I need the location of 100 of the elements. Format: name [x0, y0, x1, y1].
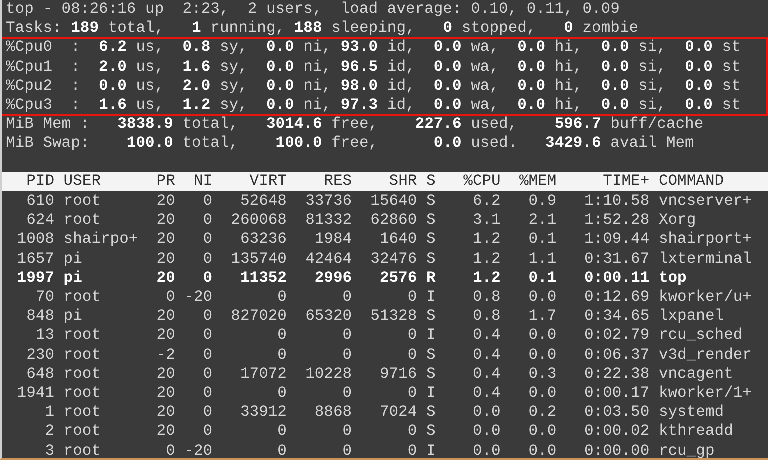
table-cell-text: rcu_sched	[658, 326, 744, 346]
table-cell: 20	[156, 250, 176, 269]
column-header: COMMAND	[658, 172, 726, 191]
table-cell-text: 2	[44, 422, 54, 442]
table-cell-text: 42464	[304, 250, 352, 269]
table-cell-text: root	[64, 384, 102, 404]
column-header: VIRT	[248, 172, 287, 191]
table-cell-text: 0.0	[528, 288, 557, 308]
table-cell-text: root	[64, 288, 102, 308]
table-cell-text: 230	[26, 346, 54, 365]
column-header: S	[426, 172, 436, 191]
table-cell-text: 0:02.79	[584, 326, 650, 346]
table-cell-text: 2996	[314, 268, 352, 288]
table-cell: R	[426, 268, 436, 288]
cpu-line: %Cpu3 : 1.6 us, 1.2 sy, 0.0 ni, 97.3 id, 0.0 wa, 0.0 hi, 0.0 si, 0.0 st	[6, 96, 741, 116]
table-cell-text: 1:10.58	[584, 192, 650, 212]
table-cell-text: 3.1	[472, 211, 501, 230]
table-cell: lxterminal	[658, 250, 752, 269]
table-cell-text: 0	[202, 364, 213, 384]
table-cell: -20	[184, 442, 213, 458]
table-cell-text: 0.1	[528, 268, 557, 288]
table-cell: S	[426, 211, 436, 230]
table-cell-text: 3	[44, 442, 54, 458]
table-cell: 20	[156, 230, 176, 250]
table-cell-text: 0	[202, 268, 213, 288]
table-cell: 20	[156, 384, 176, 404]
table-cell-text: pi	[64, 307, 84, 326]
table-cell-text: 1.1	[528, 250, 557, 269]
table-cell-text: 0:12.69	[584, 288, 650, 308]
table-cell: S	[426, 307, 436, 326]
table-cell-text: 62860	[370, 211, 418, 230]
table-cell-text: 0	[406, 384, 418, 404]
table-cell: v3d_render	[658, 346, 752, 365]
table-cell-text: root	[64, 403, 102, 422]
table-cell: 20	[156, 422, 176, 442]
table-cell-text: 1.2	[472, 230, 501, 250]
cpu-line: %Cpu1 : 2.0 us, 1.6 sy, 0.0 ni, 96.5 id, 0.0 wa, 0.0 hi, 0.0 si, 0.0 st	[6, 58, 741, 77]
table-cell-text: 10228	[304, 364, 352, 384]
table-cell: kworker/u+	[658, 288, 752, 308]
table-cell-text: 2576	[378, 268, 418, 288]
table-cell-text: 0	[406, 346, 418, 365]
table-cell: 20	[156, 268, 176, 288]
table-cell-text: 0	[406, 326, 418, 346]
tasks-line: Tasks: 189 total, 1 running, 188 sleeping, 0 stopped, 0 zombie	[6, 19, 639, 38]
table-cell-text: 11352	[239, 268, 287, 288]
table-cell-text: 1984	[314, 230, 352, 250]
table-cell-text: kthreadd	[658, 422, 734, 442]
table-cell-text: 0:31.67	[584, 250, 650, 269]
table-cell-text: 0	[342, 288, 352, 308]
table-cell-text: 0:22.38	[584, 364, 650, 384]
table-cell-text: 0	[342, 442, 352, 458]
table-cell-text: 0.0	[472, 442, 501, 458]
table-cell-text: 1:52.28	[584, 211, 650, 230]
table-cell: 20	[156, 326, 176, 346]
table-cell-text: 32476	[370, 250, 418, 269]
table-cell-text: vncagent	[658, 364, 734, 384]
table-cell-text: root	[64, 326, 102, 346]
table-cell-text: 827020	[230, 307, 287, 326]
table-cell-text: 0	[202, 192, 213, 212]
table-cell: -2	[156, 346, 176, 365]
table-cell-text: 0.1	[528, 230, 557, 250]
table-cell-text: 0	[276, 422, 287, 442]
table-cell: 20	[156, 192, 176, 212]
table-cell-text: 7024	[378, 403, 418, 422]
table-cell-text: 81332	[304, 211, 352, 230]
table-cell-text: lxpanel	[658, 307, 726, 326]
table-cell-text: top	[658, 268, 688, 288]
table-cell-text: rcu_gp	[658, 442, 716, 458]
table-cell-text: Xorg	[658, 211, 698, 230]
table-cell-text: 33736	[304, 192, 352, 212]
table-cell: S	[426, 364, 436, 384]
table-cell-text: 135740	[230, 250, 287, 269]
table-cell-text: 648	[26, 364, 54, 384]
table-cell-text: 1:09.44	[584, 230, 650, 250]
table-cell-text: 0.0	[528, 326, 557, 346]
table-cell-text: 9716	[378, 364, 418, 384]
table-cell-text: 1657	[16, 250, 54, 269]
table-cell-text: pi	[64, 250, 84, 269]
table-cell-text: 0.0	[472, 422, 501, 442]
column-header: NI	[192, 172, 213, 191]
column-header: RES	[323, 172, 352, 191]
table-cell-text: 15640	[370, 192, 418, 212]
table-cell: S	[426, 346, 436, 365]
table-cell-text: 0.0	[528, 422, 557, 442]
table-cell-text: 1.2	[472, 250, 501, 269]
table-cell-text: 2.1	[528, 211, 557, 230]
table-cell: I	[426, 288, 436, 308]
table-cell-text: 0:00.11	[584, 268, 650, 288]
column-header: USER	[64, 172, 102, 191]
table-cell: 20	[156, 364, 176, 384]
table-cell-text: 0	[342, 326, 352, 346]
column-header: PID	[26, 172, 54, 191]
table-cell-text: 0	[202, 230, 213, 250]
table-cell: I	[426, 442, 436, 458]
table-cell-text: 0	[406, 422, 418, 442]
table-cell-text: 0.0	[528, 346, 557, 365]
table-cell-text: 51328	[370, 307, 418, 326]
cpu-line: %Cpu2 : 0.0 us, 2.0 sy, 0.0 ni, 98.0 id, 0.0 wa, 0.0 hi, 0.0 si, 0.0 st	[6, 76, 741, 96]
table-cell: S	[426, 250, 436, 269]
column-header: %CPU	[462, 172, 501, 191]
